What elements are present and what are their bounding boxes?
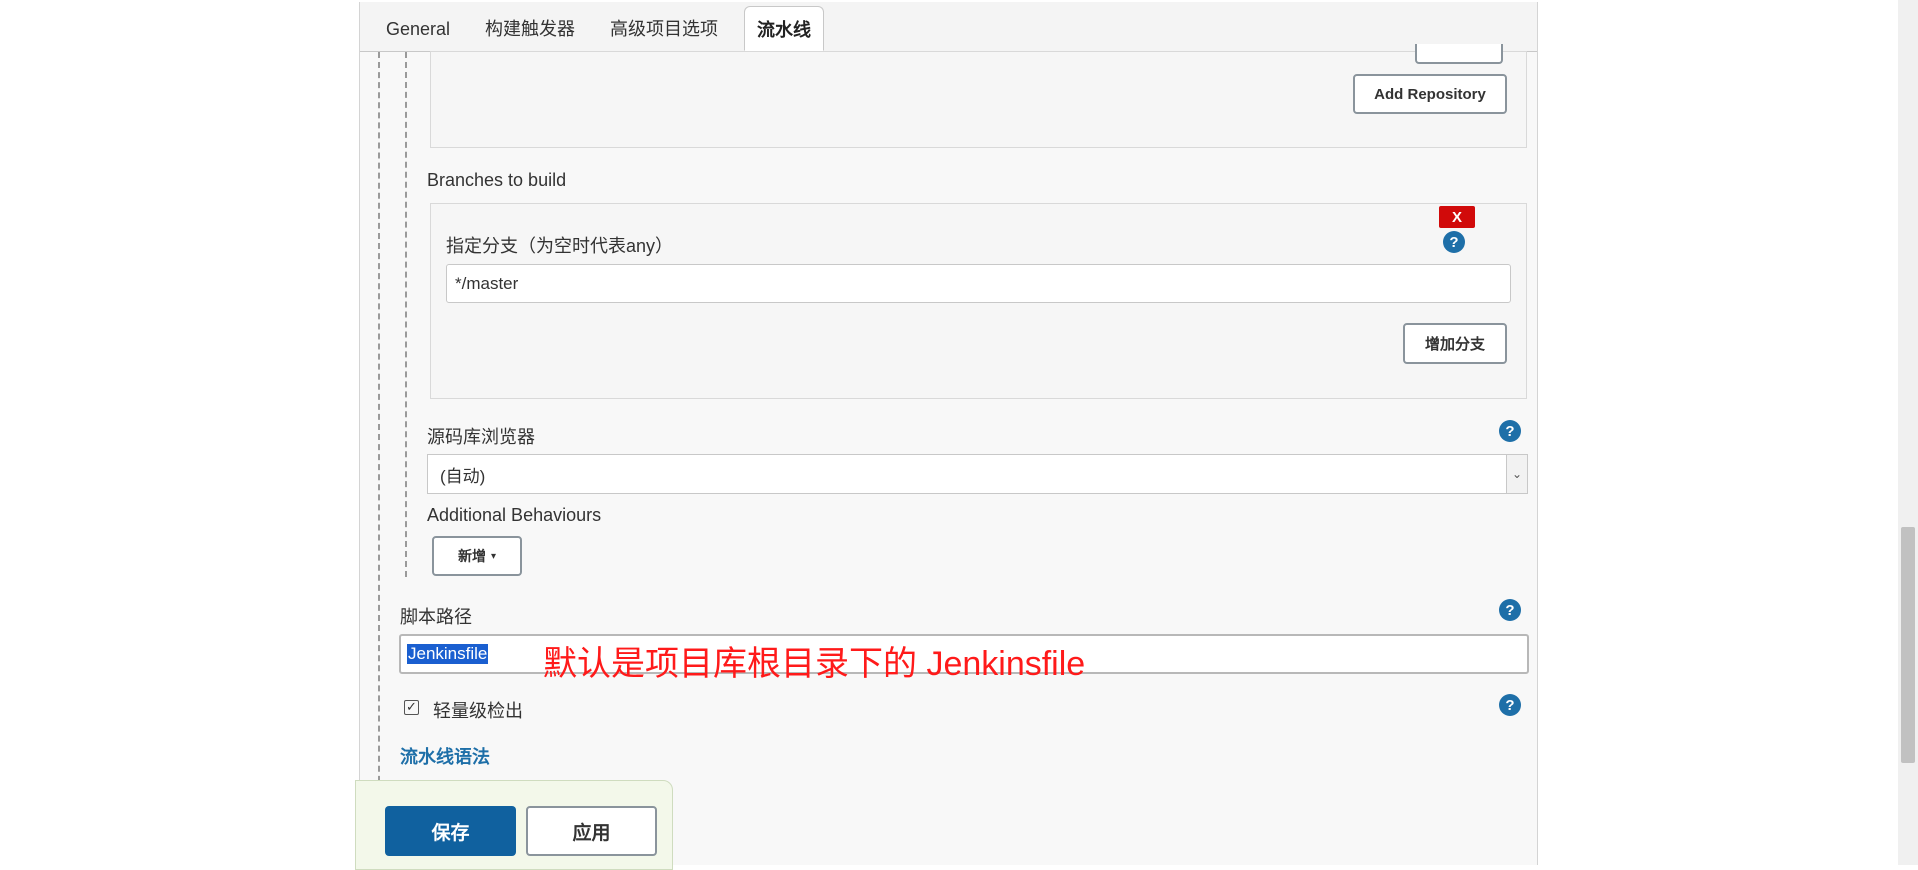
branch-field-label: 指定分支（为空时代表any）: [446, 236, 674, 256]
apply-button[interactable]: 应用: [526, 806, 657, 856]
delete-branch-button[interactable]: X: [1439, 206, 1475, 228]
branch-help-icon[interactable]: ?: [1443, 231, 1465, 253]
add-behaviour-button[interactable]: 新增 ▾: [432, 536, 522, 576]
branch-box: X 指定分支（为空时代表any） ? */master 增加分支: [430, 203, 1527, 399]
add-repository-button[interactable]: Add Repository: [1353, 74, 1507, 114]
lightweight-checkbox[interactable]: ✓: [404, 700, 419, 715]
annotation-text: 默认是项目库根目录下的 Jenkinsfile: [543, 645, 1086, 683]
add-branch-button[interactable]: 增加分支: [1403, 323, 1507, 364]
caret-down-icon: ▾: [490, 550, 497, 562]
tab-advanced-options[interactable]: 高级项目选项: [598, 6, 730, 51]
save-button[interactable]: 保存: [385, 806, 516, 856]
repository-box: Add Repository: [430, 44, 1527, 148]
lightweight-help-icon[interactable]: ?: [1499, 694, 1521, 716]
config-panel: General 构建触发器 高级项目选项 流水线 Add Repository …: [359, 2, 1538, 865]
tab-general[interactable]: General: [374, 6, 462, 51]
form-actions-bar: 保存 应用: [355, 780, 673, 870]
outer-nesting-line: [378, 52, 380, 812]
repository-browser-label: 源码库浏览器: [427, 427, 535, 447]
lightweight-checkout-label: 轻量级检出: [433, 701, 523, 721]
script-path-value: Jenkinsfile: [407, 644, 489, 664]
chevron-down-icon[interactable]: ⌄: [1506, 455, 1527, 493]
script-path-label: 脚本路径: [400, 607, 472, 627]
browser-help-icon[interactable]: ?: [1499, 420, 1521, 442]
repository-action-button[interactable]: [1415, 44, 1503, 64]
page-scrollbar-thumb[interactable]: [1901, 527, 1915, 763]
tab-pipeline[interactable]: 流水线: [744, 6, 824, 51]
repository-browser-value: (自动): [440, 466, 486, 486]
repository-browser-select[interactable]: (自动) ⌄: [427, 454, 1528, 494]
pipeline-syntax-link[interactable]: 流水线语法: [400, 743, 490, 769]
script-path-help-icon[interactable]: ?: [1499, 599, 1521, 621]
additional-behaviours-label: Additional Behaviours: [427, 505, 602, 525]
tab-build-triggers[interactable]: 构建触发器: [473, 6, 587, 51]
branches-section-label: Branches to build: [427, 170, 567, 190]
tab-bar: General 构建触发器 高级项目选项 流水线: [360, 2, 1537, 52]
inner-nesting-line: [405, 52, 407, 577]
add-behaviour-label: 新增: [457, 548, 486, 564]
branch-specifier-input[interactable]: */master: [446, 264, 1511, 303]
